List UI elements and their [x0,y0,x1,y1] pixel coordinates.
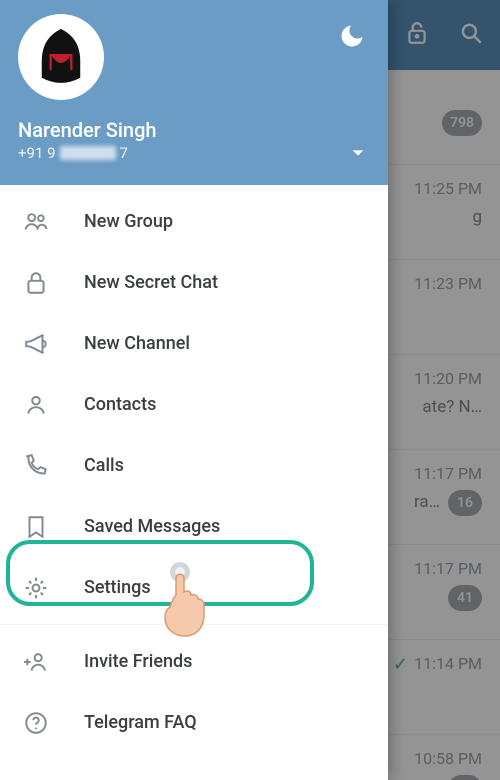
person-icon [22,392,50,418]
phone-redacted [60,146,116,160]
menu-new-group[interactable]: New Group [0,191,388,252]
menu-contacts[interactable]: Contacts [0,374,388,435]
menu-label: Settings [84,577,151,598]
menu-label: New Group [84,211,173,232]
menu-label: Saved Messages [84,516,220,537]
night-mode-icon[interactable] [338,22,366,54]
menu-saved-messages[interactable]: Saved Messages [0,496,388,557]
help-icon [22,710,50,736]
menu-label: New Channel [84,333,190,354]
profile-name: Narender Singh [18,118,370,142]
group-icon [22,209,50,235]
phone-suffix: 7 [120,144,128,162]
navigation-drawer: Narender Singh +91 9 7 New Group [0,0,388,780]
add-person-icon [22,649,50,675]
menu-invite-friends[interactable]: Invite Friends [0,631,388,692]
phone-icon [22,453,50,479]
drawer-header: Narender Singh +91 9 7 [0,0,388,185]
avatar[interactable] [18,14,104,100]
profile-phone: +91 9 7 [18,144,370,162]
bookmark-icon [22,514,50,540]
menu-label: Telegram FAQ [84,712,197,733]
chevron-down-icon[interactable] [350,145,366,165]
menu-label: Calls [84,455,124,476]
menu-calls[interactable]: Calls [0,435,388,496]
lock-icon [22,270,50,296]
megaphone-icon [22,331,50,357]
menu-new-channel[interactable]: New Channel [0,313,388,374]
menu-label: Contacts [84,394,156,415]
menu-label: New Secret Chat [84,272,218,293]
menu-new-secret-chat[interactable]: New Secret Chat [0,252,388,313]
drawer-menu: New Group New Secret Chat New Channel Co… [0,185,388,780]
menu-divider [0,624,388,625]
menu-label: Invite Friends [84,651,192,672]
gear-icon [22,575,50,601]
menu-telegram-faq[interactable]: Telegram FAQ [0,692,388,753]
phone-prefix: +91 9 [18,144,56,162]
menu-settings[interactable]: Settings [0,557,388,618]
